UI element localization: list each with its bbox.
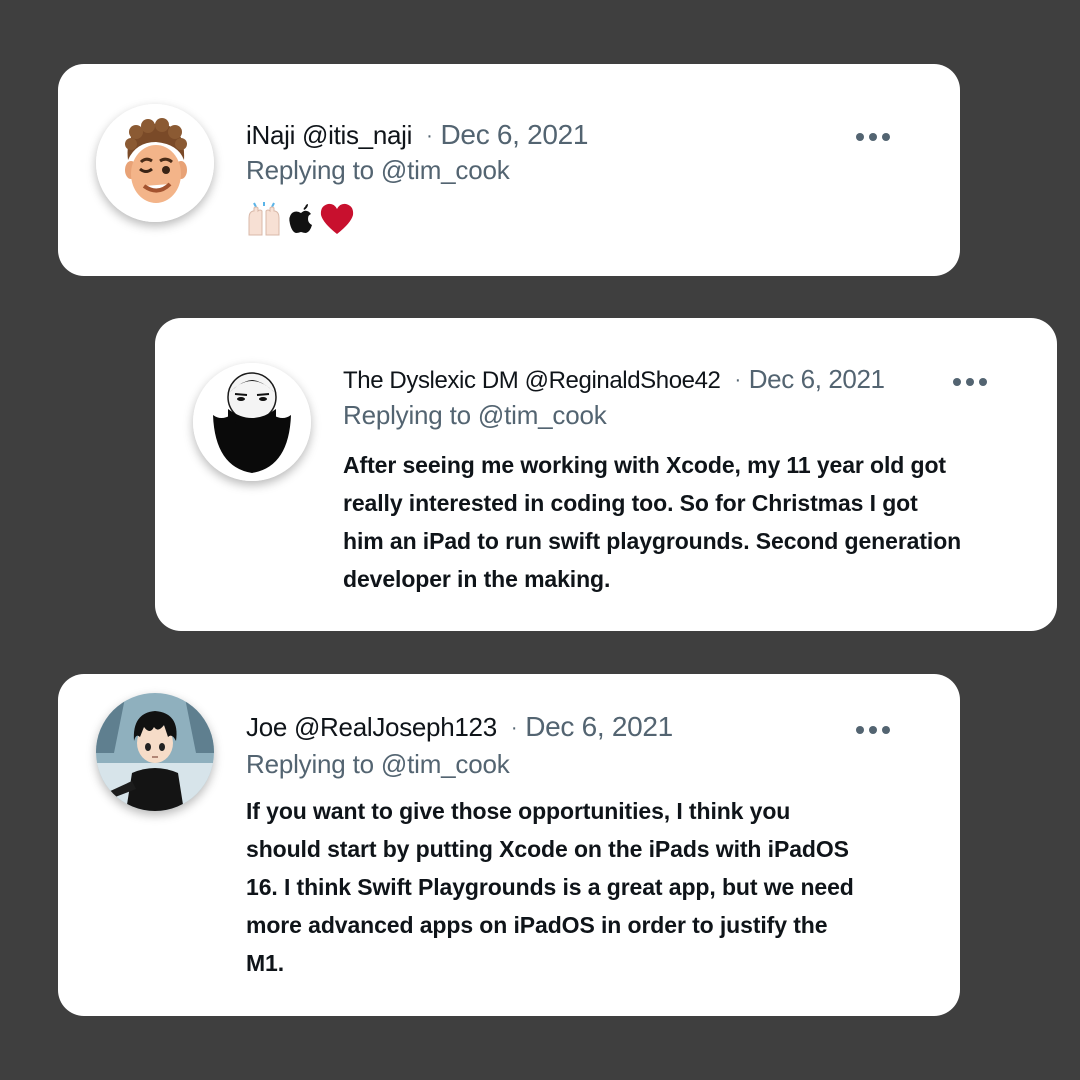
separator-dot: · bbox=[734, 369, 742, 391]
replying-to-label: Replying to @tim_cook bbox=[343, 400, 607, 430]
more-options-icon[interactable] bbox=[856, 133, 890, 141]
user-handle[interactable]: @RealJoseph123 bbox=[294, 712, 497, 742]
separator-dot: · bbox=[426, 125, 433, 147]
more-options-icon[interactable] bbox=[856, 726, 890, 734]
more-options-icon[interactable] bbox=[953, 378, 987, 386]
user-handle[interactable]: @ReginaldShoe42 bbox=[525, 367, 721, 394]
reply-date[interactable]: Dec 6, 2021 bbox=[749, 364, 885, 394]
reply-emoji-content bbox=[246, 201, 354, 237]
reply-header: iNaji @itis_naji · Dec 6, 2021 bbox=[246, 119, 589, 151]
reply-date[interactable]: Dec 6, 2021 bbox=[441, 119, 589, 150]
display-name[interactable]: The Dyslexic DM bbox=[343, 367, 519, 394]
red-heart-icon bbox=[320, 203, 354, 234]
display-name[interactable]: Joe bbox=[246, 712, 287, 742]
user-handle[interactable]: @itis_naji bbox=[302, 120, 412, 150]
replying-to-label: Replying to @tim_cook bbox=[246, 749, 510, 779]
separator-dot: · bbox=[510, 717, 518, 739]
reply-header: Joe @RealJoseph123 · Dec 6, 2021 bbox=[246, 712, 673, 743]
bearded-man-avatar-icon bbox=[193, 363, 311, 481]
reply-card[interactable]: The Dyslexic DM @ReginaldShoe42 · Dec 6, 2… bbox=[155, 318, 1057, 631]
anime-character-avatar-icon bbox=[96, 693, 214, 811]
raising-hands-icon bbox=[248, 202, 280, 236]
memoji-avatar-icon bbox=[96, 104, 214, 222]
display-name[interactable]: iNaji bbox=[246, 120, 295, 150]
reply-card[interactable]: iNaji @itis_naji · Dec 6, 2021 Replying to… bbox=[58, 64, 960, 276]
avatar[interactable] bbox=[96, 104, 214, 222]
reply-date[interactable]: Dec 6, 2021 bbox=[525, 711, 673, 742]
avatar[interactable] bbox=[96, 693, 214, 811]
reply-card[interactable]: Joe @RealJoseph123 · Dec 6, 2021 Replying … bbox=[58, 674, 960, 1016]
replying-to-label: Replying to @tim_cook bbox=[246, 155, 510, 185]
avatar[interactable] bbox=[193, 363, 311, 481]
reply-text: If you want to give those opportunities,… bbox=[246, 798, 854, 976]
reply-header: The Dyslexic DM @ReginaldShoe42 · Dec 6, 2… bbox=[343, 364, 885, 396]
reply-text: After seeing me working with Xcode, my 1… bbox=[343, 452, 962, 592]
apple-logo-icon bbox=[289, 204, 312, 233]
